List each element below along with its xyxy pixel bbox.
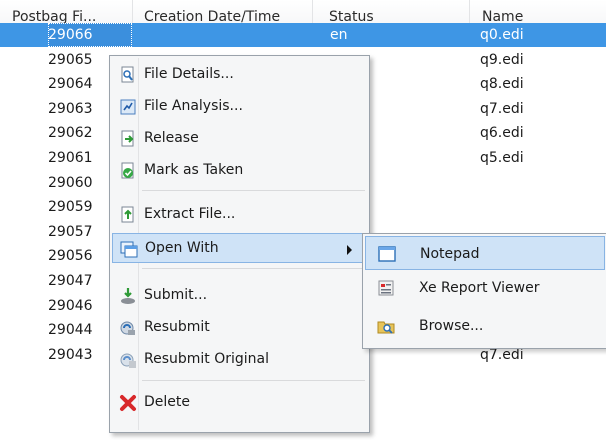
release-icon [121, 130, 134, 147]
delete-icon [120, 395, 136, 411]
extract-file-icon [121, 206, 134, 223]
menu-item-resubmit[interactable]: Resubmit [112, 313, 367, 343]
cell-postbag-id: 29066 [48, 23, 132, 47]
submenu-item-label: Xe Report Viewer [419, 280, 540, 296]
menu-item-delete[interactable]: Delete [112, 388, 367, 418]
context-menu: File Details... File Analysis... Release… [109, 55, 370, 433]
menu-item-label: Extract File... [144, 206, 236, 222]
submit-icon [121, 288, 135, 304]
menu-item-mark-as-taken[interactable]: Mark as Taken [112, 156, 367, 186]
menu-item-label: File Details... [144, 66, 234, 82]
file-analysis-icon [120, 99, 136, 115]
resubmit-original-icon [120, 353, 136, 368]
menu-item-label: Delete [144, 394, 190, 410]
menu-item-extract-file[interactable]: Extract File... [112, 200, 367, 230]
menu-item-label: Open With [145, 240, 219, 256]
cell-name: q9.edi [480, 52, 524, 68]
menu-item-resubmit-original[interactable]: Resubmit Original [112, 345, 367, 375]
menu-item-release[interactable]: Release [112, 124, 367, 154]
file-details-icon [121, 66, 134, 83]
cell-name: q7.edi [480, 101, 524, 117]
submenu-item-notepad[interactable]: Notepad [365, 236, 605, 270]
cell-name [480, 195, 600, 219]
browse-icon [377, 321, 395, 334]
submenu-item-label: Browse... [419, 318, 484, 334]
menu-separator [142, 190, 365, 191]
cell-name [480, 171, 600, 195]
cell-name: q8.edi [480, 76, 524, 92]
cell-name: q5.edi [480, 150, 524, 166]
report-viewer-icon [378, 280, 394, 296]
menu-item-label: Resubmit [144, 319, 210, 335]
menu-item-open-with[interactable]: Open With [112, 233, 367, 263]
menu-item-file-analysis[interactable]: File Analysis... [112, 92, 367, 122]
menu-item-label: Mark as Taken [144, 162, 244, 178]
menu-separator [142, 268, 365, 269]
submenu-item-browse[interactable]: Browse... [365, 309, 605, 343]
cell-name: q0.edi [480, 27, 524, 43]
menu-item-label: Release [144, 130, 199, 146]
table-row[interactable]: 29066 en q0.edi [0, 23, 606, 47]
submenu-arrow-icon [347, 245, 352, 255]
resubmit-icon [120, 321, 135, 335]
open-with-icon [120, 241, 138, 258]
menu-item-label: Resubmit Original [144, 351, 270, 367]
menu-item-file-details[interactable]: File Details... [112, 60, 367, 90]
notepad-icon [378, 246, 396, 262]
menu-item-label: Submit... [144, 287, 208, 303]
menu-item-submit[interactable]: Submit... [112, 281, 367, 311]
menu-item-label: File Analysis... [144, 98, 243, 114]
cell-creation-date [144, 23, 316, 47]
menu-separator [142, 380, 365, 381]
cell-status: en [330, 27, 348, 43]
mark-taken-icon [121, 162, 134, 179]
open-with-submenu: Notepad Xe Report Viewer Browse... [362, 233, 606, 349]
submenu-item-label: Notepad [420, 246, 480, 262]
submenu-item-xe-report-viewer[interactable]: Xe Report Viewer [365, 271, 605, 305]
cell-name: q6.edi [480, 125, 524, 141]
